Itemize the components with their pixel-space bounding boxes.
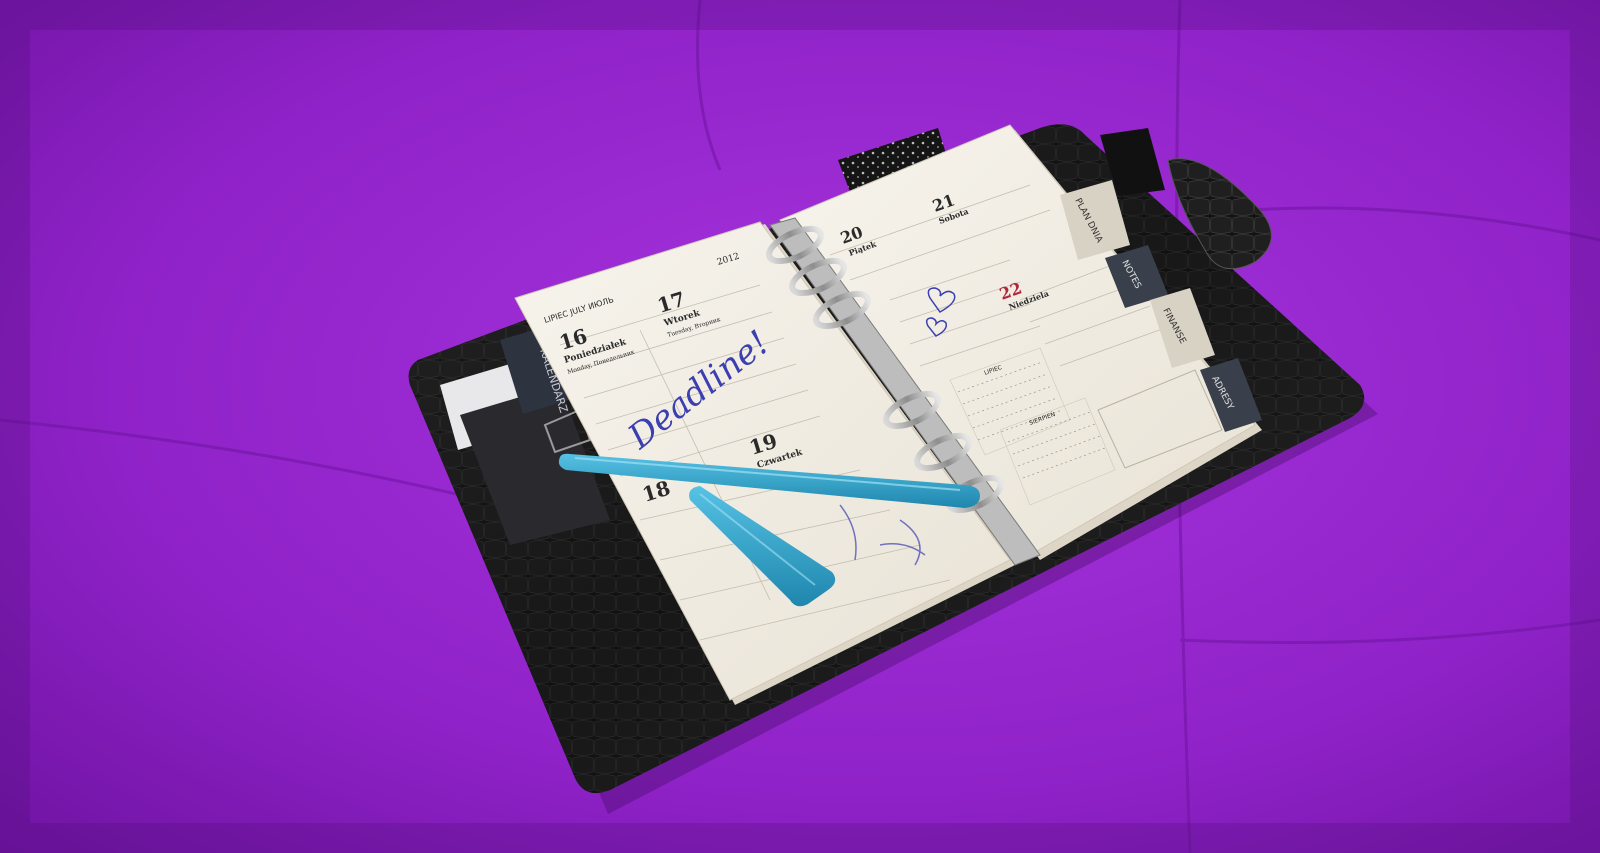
planner-photo: KALENDARZ LIPIEC JULY ИЮЛЬ 2012 16 Ponie… <box>0 0 1600 853</box>
